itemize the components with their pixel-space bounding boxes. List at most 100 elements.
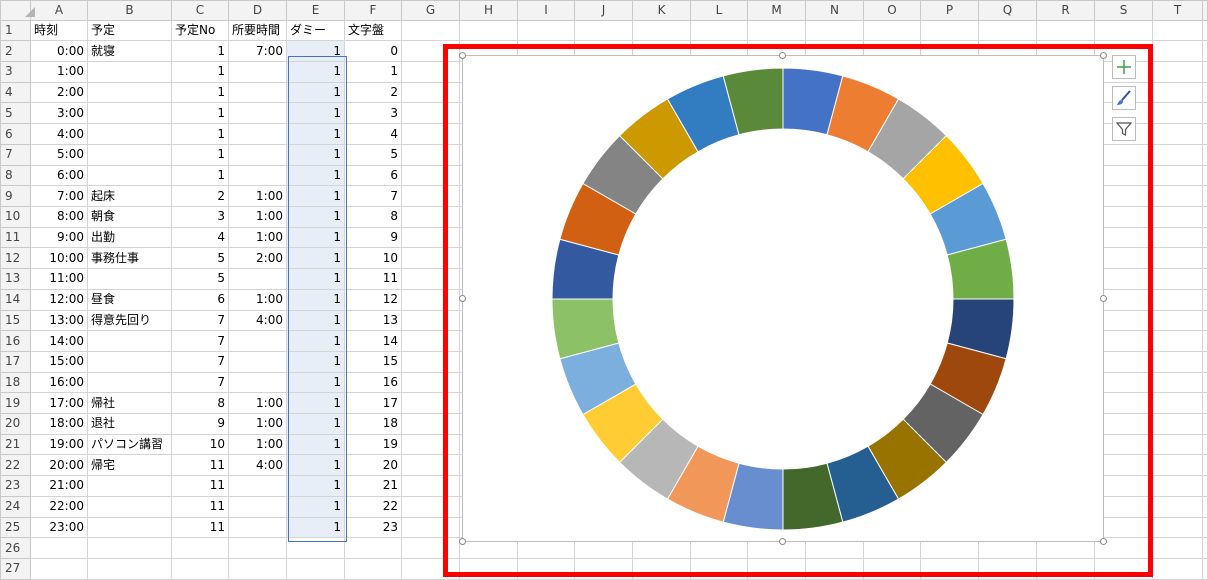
cell-d20[interactable]: 1:00 xyxy=(228,413,287,435)
cell-empty[interactable] xyxy=(1152,102,1203,125)
cell-a16[interactable]: 14:00 xyxy=(30,330,88,352)
cell-c23[interactable]: 11 xyxy=(171,475,229,497)
cell-d10[interactable]: 1:00 xyxy=(228,206,287,228)
cell-empty[interactable] xyxy=(401,309,460,332)
cell-d27[interactable] xyxy=(228,557,287,580)
cell-empty[interactable] xyxy=(1152,19,1203,42)
row-header[interactable]: 27 xyxy=(0,557,31,580)
cell-a6[interactable]: 4:00 xyxy=(30,123,88,145)
cell-f27[interactable] xyxy=(344,557,402,580)
cell-empty[interactable] xyxy=(1152,330,1203,352)
column-header-r[interactable]: R xyxy=(1036,0,1095,21)
cell-e4[interactable]: 1 xyxy=(286,81,345,104)
cell-empty[interactable] xyxy=(1202,516,1208,539)
cell-empty[interactable] xyxy=(1152,164,1203,187)
cell-c22[interactable]: 11 xyxy=(171,454,229,477)
cell-empty[interactable] xyxy=(401,413,460,435)
column-header-c[interactable]: C xyxy=(171,0,229,21)
cell-d21[interactable]: 1:00 xyxy=(228,433,287,456)
cell-b26[interactable] xyxy=(87,537,172,559)
cell-e1[interactable]: ダミー xyxy=(286,19,345,42)
cell-f18[interactable]: 16 xyxy=(344,371,402,394)
cell-empty[interactable] xyxy=(459,19,518,42)
cell-e23[interactable]: 1 xyxy=(286,475,345,497)
cell-b18[interactable] xyxy=(87,371,172,394)
row-header[interactable]: 18 xyxy=(0,371,31,394)
row-header[interactable]: 23 xyxy=(0,475,31,497)
cell-d16[interactable] xyxy=(228,330,287,352)
cell-c7[interactable]: 1 xyxy=(171,143,229,166)
cell-a1[interactable]: 時刻 xyxy=(30,19,88,42)
cell-b10[interactable]: 朝食 xyxy=(87,206,172,228)
cell-a12[interactable]: 10:00 xyxy=(30,247,88,270)
cell-c14[interactable]: 6 xyxy=(171,288,229,311)
cell-empty[interactable] xyxy=(1202,185,1208,207)
cell-f7[interactable]: 5 xyxy=(344,143,402,166)
cell-e24[interactable]: 1 xyxy=(286,495,345,518)
row-header[interactable]: 5 xyxy=(0,102,31,125)
cell-d1[interactable]: 所要時間 xyxy=(228,19,287,42)
cell-d7[interactable] xyxy=(228,143,287,166)
cell-empty[interactable] xyxy=(1152,371,1203,394)
column-header-s[interactable]: S xyxy=(1094,0,1153,21)
column-header-k[interactable]: K xyxy=(632,0,691,21)
cell-empty[interactable] xyxy=(1152,350,1203,373)
cell-empty[interactable] xyxy=(690,19,748,42)
cell-e6[interactable]: 1 xyxy=(286,123,345,145)
row-header[interactable]: 21 xyxy=(0,433,31,456)
cell-empty[interactable] xyxy=(1202,268,1208,290)
cell-empty[interactable] xyxy=(1152,226,1203,249)
cell-d6[interactable] xyxy=(228,123,287,145)
cell-empty[interactable] xyxy=(574,19,633,42)
cell-empty[interactable] xyxy=(863,557,921,580)
cell-empty[interactable] xyxy=(517,557,575,580)
cell-empty[interactable] xyxy=(747,557,806,580)
row-header[interactable]: 15 xyxy=(0,309,31,332)
cell-empty[interactable] xyxy=(1202,19,1208,42)
cell-b1[interactable]: 予定 xyxy=(87,19,172,42)
cell-empty[interactable] xyxy=(401,185,460,207)
cell-f15[interactable]: 13 xyxy=(344,309,402,332)
cell-f2[interactable]: 0 xyxy=(344,40,402,63)
cell-d24[interactable] xyxy=(228,495,287,518)
cell-empty[interactable] xyxy=(1202,206,1208,228)
cell-empty[interactable] xyxy=(978,557,1037,580)
cell-empty[interactable] xyxy=(401,123,460,145)
cell-d4[interactable] xyxy=(228,81,287,104)
cell-f21[interactable]: 19 xyxy=(344,433,402,456)
cell-b12[interactable]: 事務仕事 xyxy=(87,247,172,270)
cell-empty[interactable] xyxy=(1202,309,1208,332)
cell-c1[interactable]: 予定No xyxy=(171,19,229,42)
cell-empty[interactable] xyxy=(632,557,691,580)
column-header-f[interactable]: F xyxy=(344,0,402,21)
cell-b16[interactable] xyxy=(87,330,172,352)
cell-empty[interactable] xyxy=(1202,557,1208,580)
cell-e21[interactable]: 1 xyxy=(286,433,345,456)
row-header[interactable]: 20 xyxy=(0,413,31,435)
cell-b20[interactable]: 退社 xyxy=(87,413,172,435)
column-header-p[interactable]: P xyxy=(920,0,979,21)
cell-e22[interactable]: 1 xyxy=(286,454,345,477)
cell-empty[interactable] xyxy=(1202,81,1208,104)
row-header[interactable]: 16 xyxy=(0,330,31,352)
chart-styles-button[interactable] xyxy=(1112,86,1136,110)
cell-empty[interactable] xyxy=(1152,268,1203,290)
cell-empty[interactable] xyxy=(1202,288,1208,311)
cell-f6[interactable]: 4 xyxy=(344,123,402,145)
cell-e17[interactable]: 1 xyxy=(286,350,345,373)
cell-a10[interactable]: 8:00 xyxy=(30,206,88,228)
row-header[interactable]: 10 xyxy=(0,206,31,228)
column-header-n[interactable]: N xyxy=(805,0,864,21)
cell-c12[interactable]: 5 xyxy=(171,247,229,270)
cell-f13[interactable]: 11 xyxy=(344,268,402,290)
cell-empty[interactable] xyxy=(1152,557,1203,580)
cell-a7[interactable]: 5:00 xyxy=(30,143,88,166)
resize-handle-bottom-left[interactable] xyxy=(459,538,466,545)
cell-empty[interactable] xyxy=(1152,206,1203,228)
cell-b7[interactable] xyxy=(87,143,172,166)
cell-f12[interactable]: 10 xyxy=(344,247,402,270)
column-header-i[interactable]: I xyxy=(517,0,575,21)
row-header[interactable]: 12 xyxy=(0,247,31,270)
resize-handle-top-left[interactable] xyxy=(459,52,466,59)
cell-b25[interactable] xyxy=(87,516,172,539)
